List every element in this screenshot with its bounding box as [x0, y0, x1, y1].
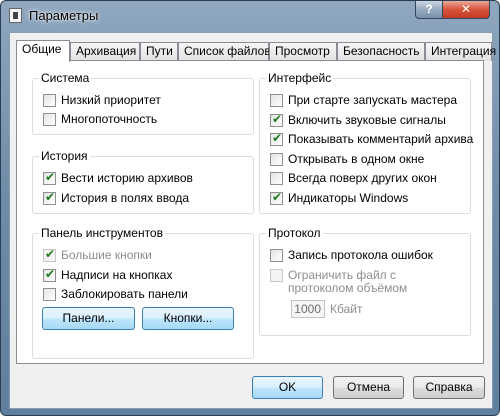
tab-page-general: Система Низкий приоритет Многопоточность… — [16, 60, 484, 364]
checkbox-label: История в полях ввода — [61, 191, 190, 205]
help-button[interactable]: Справка — [413, 376, 485, 399]
checkbox-label: Включить звуковые сигналы — [288, 113, 446, 127]
checkbox-box[interactable] — [270, 269, 283, 282]
checkbox-label: Индикаторы Windows — [288, 191, 409, 205]
group-protocol-title: Протокол — [266, 226, 323, 240]
checkbox-label: Большие кнопки — [61, 248, 152, 262]
checkbox-label: Всегда поверх других окон — [288, 171, 437, 185]
title-bar[interactable]: Параметры ? ✕ — [1, 1, 499, 31]
limit-label-line2: протоколом объёмом — [288, 281, 408, 295]
checkbox-box[interactable] — [43, 288, 56, 301]
checkbox-box[interactable] — [43, 94, 56, 107]
ok-button[interactable]: OK — [252, 376, 323, 399]
tab-security[interactable]: Безопасность — [337, 42, 425, 61]
log-size-input[interactable]: 1000 — [291, 300, 325, 318]
close-button[interactable]: ✕ — [442, 1, 490, 19]
checkbox-box[interactable] — [270, 190, 283, 205]
group-interface-title: Интерфейс — [266, 71, 334, 85]
checkbox-box[interactable] — [270, 131, 283, 146]
group-history: История Вести историю архивов История в … — [32, 149, 254, 214]
checkbox-label: Запись протокола ошибок — [288, 248, 433, 262]
checkbox-label: Открывать в одном окне — [288, 152, 425, 166]
checkbox-label: Надписи на кнопках — [61, 268, 173, 282]
checkbox-box[interactable] — [270, 172, 283, 185]
checkbox-label: Показывать комментарий архива — [288, 132, 474, 146]
panels-button[interactable]: Панели... — [42, 307, 135, 330]
window-title: Параметры — [29, 8, 99, 23]
log-size-unit: Кбайт — [330, 302, 363, 316]
group-toolbar: Панель инструментов Большие кнопки Надпи… — [32, 226, 254, 359]
group-interface: Интерфейс При старте запускать мастера В… — [259, 71, 474, 214]
checkbox-label: Низкий приоритет — [61, 93, 161, 107]
app-icon — [9, 8, 22, 23]
checkbox-label: Заблокировать панели — [61, 287, 188, 301]
checkbox-label: Вести историю архивов — [61, 171, 193, 185]
dialog-client: Общие Архивация Пути Список файлов Просм… — [9, 32, 496, 409]
tab-view[interactable]: Просмотр — [269, 42, 337, 61]
checkbox-box[interactable] — [43, 113, 56, 126]
checkbox-label: Многопоточность — [61, 112, 158, 126]
buttons-button[interactable]: Кнопки... — [142, 307, 234, 330]
checkbox-box[interactable] — [43, 170, 56, 185]
options-dialog: Параметры ? ✕ Общие Архивация Пути Списо… — [0, 0, 500, 416]
checkbox-label: Ограничить файл с — [288, 268, 397, 282]
tab-integration[interactable]: Интеграция — [425, 42, 496, 61]
checkbox-box[interactable] — [270, 249, 283, 262]
group-protocol: Протокол Запись протокола ошибок Огранич… — [259, 226, 471, 336]
checkbox-box[interactable] — [43, 190, 56, 205]
tab-paths[interactable]: Пути — [140, 42, 178, 61]
tab-archiving[interactable]: Архивация — [70, 42, 140, 61]
group-system-title: Система — [39, 71, 92, 85]
group-toolbar-title: Панель инструментов — [39, 226, 165, 240]
group-system: Система Низкий приоритет Многопоточность — [32, 71, 254, 135]
cancel-button[interactable]: Отмена — [333, 376, 404, 399]
tab-general[interactable]: Общие — [16, 40, 70, 62]
checkbox-box[interactable] — [270, 94, 283, 107]
checkbox-box[interactable] — [270, 112, 283, 127]
checkbox-box[interactable] — [43, 247, 56, 262]
checkbox-box[interactable] — [270, 153, 283, 166]
tab-file-list[interactable]: Список файлов — [178, 42, 271, 61]
group-history-title: История — [39, 149, 90, 163]
checkbox-label: При старте запускать мастера — [288, 93, 458, 107]
checkbox-box[interactable] — [43, 267, 56, 282]
help-caption-button[interactable]: ? — [415, 1, 443, 19]
